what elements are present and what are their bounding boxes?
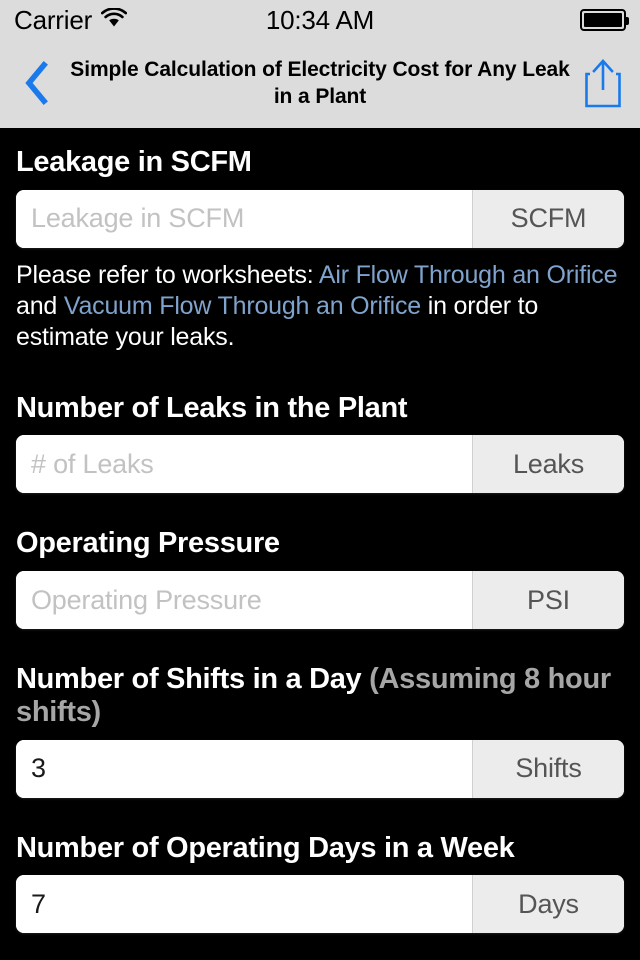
- field-label-operating-days: Number of Operating Days in a Week: [16, 832, 624, 865]
- helper-middle: and: [16, 292, 64, 321]
- input-row-leakage[interactable]: SCFM: [16, 189, 624, 248]
- unit-label-shifts: Shifts: [472, 739, 624, 798]
- share-icon: [583, 57, 623, 112]
- unit-label-leaks: Leaks: [472, 435, 624, 494]
- status-bar-left: Carrier: [14, 5, 128, 35]
- chevron-left-icon: [23, 60, 51, 109]
- leakage-input[interactable]: [16, 189, 472, 248]
- input-row-num-leaks[interactable]: Leaks: [16, 435, 624, 494]
- field-group-operating-days: Number of Operating Days in a Week Days: [16, 832, 624, 934]
- field-group-num-leaks: Number of Leaks in the Plant Leaks: [16, 392, 624, 494]
- link-vacuum-flow-orifice[interactable]: Vacuum Flow Through an Orifice: [64, 292, 421, 320]
- input-row-operating-pressure[interactable]: PSI: [16, 571, 624, 630]
- input-row-num-shifts[interactable]: Shifts: [16, 739, 624, 798]
- carrier-label: Carrier: [14, 5, 93, 35]
- wifi-icon: [100, 6, 128, 33]
- field-label-text: Number of Operating Days in a Week: [16, 831, 515, 864]
- field-group-leakage: Leakage in SCFM SCFM Please refer to wor…: [16, 146, 624, 354]
- field-group-operating-pressure: Operating Pressure PSI: [16, 527, 624, 630]
- field-label-text: Number of Leaks in the Plant: [16, 391, 408, 424]
- link-air-flow-orifice[interactable]: Air Flow Through an Orifice: [319, 261, 618, 289]
- share-button[interactable]: [580, 55, 626, 113]
- helper-prefix: Please refer to worksheets:: [16, 260, 319, 289]
- field-label-text: Leakage in SCFM: [16, 146, 252, 178]
- field-group-num-shifts: Number of Shifts in a Day (Assuming 8 ho…: [16, 663, 624, 798]
- unit-label-psi: PSI: [472, 571, 624, 630]
- field-label-text: Operating Pressure: [16, 527, 280, 560]
- navigation-bar: Simple Calculation of Electricity Cost f…: [0, 40, 640, 128]
- unit-label-days: Days: [472, 875, 624, 934]
- battery-full-icon: [580, 9, 629, 31]
- field-label-num-shifts: Number of Shifts in a Day (Assuming 8 ho…: [16, 663, 624, 729]
- form-content: Leakage in SCFM SCFM Please refer to wor…: [0, 128, 640, 934]
- field-label-leakage: Leakage in SCFM: [16, 146, 624, 179]
- unit-label-scfm: SCFM: [472, 189, 624, 248]
- status-bar-right: [580, 9, 629, 31]
- field-label-operating-pressure: Operating Pressure: [16, 527, 624, 560]
- input-row-operating-days[interactable]: Days: [16, 875, 624, 934]
- operating-pressure-input[interactable]: [16, 571, 472, 630]
- operating-days-input[interactable]: [16, 875, 472, 934]
- page-title: Simple Calculation of Electricity Cost f…: [70, 58, 570, 108]
- status-bar: Carrier 10:34 AM: [0, 0, 640, 40]
- field-label-text: Number of Shifts in a Day: [16, 663, 370, 696]
- field-label-num-leaks: Number of Leaks in the Plant: [16, 392, 624, 425]
- back-button[interactable]: [14, 56, 60, 112]
- num-shifts-input[interactable]: [16, 739, 472, 798]
- helper-text-worksheets: Please refer to worksheets: Air Flow Thr…: [16, 260, 624, 354]
- num-leaks-input[interactable]: [16, 435, 472, 494]
